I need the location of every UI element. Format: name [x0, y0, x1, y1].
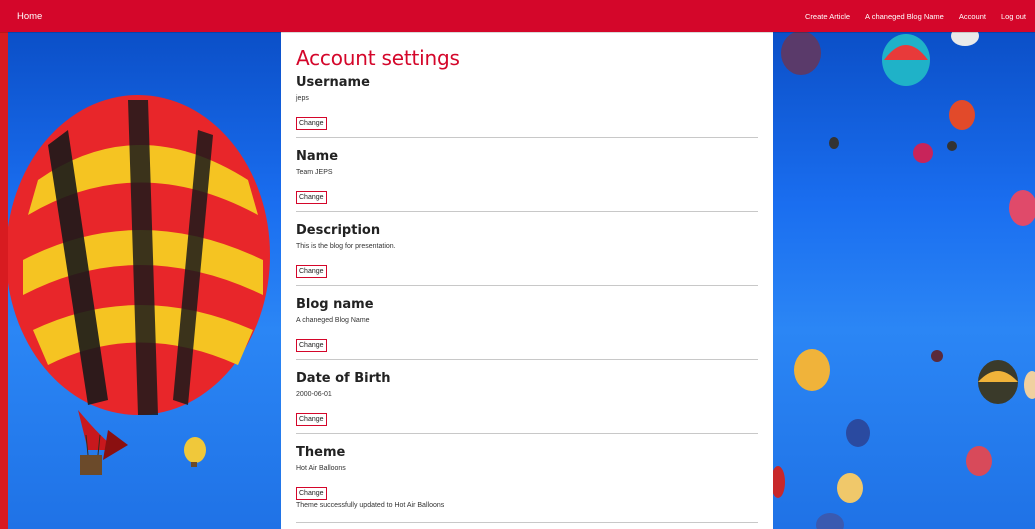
section-title: Blog name: [296, 297, 374, 312]
section-value: Hot Air Balloons: [296, 465, 346, 472]
nav-right-links: Create Article A chaneged Blog Name Acco…: [805, 12, 1026, 21]
change-name-button[interactable]: Change: [296, 191, 327, 204]
section-divider: [296, 211, 758, 212]
section-value: A chaneged Blog Name: [296, 317, 370, 324]
change-theme-button[interactable]: Change: [296, 487, 327, 500]
section-divider: [296, 522, 758, 523]
section-value: jeps: [296, 95, 309, 102]
nav-home-link[interactable]: Home: [17, 11, 42, 22]
top-navigation-bar: Home Create Article A chaneged Blog Name…: [0, 0, 1035, 32]
account-settings-panel: Account settings Username jeps Change Na…: [281, 32, 773, 529]
section-value: This is the blog for presentation.: [296, 243, 396, 250]
section-title: Username: [296, 75, 370, 90]
large-balloon-illustration: [8, 95, 270, 475]
section-divider: [296, 359, 758, 360]
change-username-button[interactable]: Change: [296, 117, 327, 130]
theme-success-message: Theme successfully updated to Hot Air Ba…: [296, 502, 445, 509]
nav-account-link[interactable]: Account: [959, 12, 986, 21]
section-title: Name: [296, 149, 339, 164]
nav-logout-link[interactable]: Log out: [1001, 12, 1026, 21]
section-value: Team JEPS: [296, 169, 333, 176]
change-date-of-birth-button[interactable]: Change: [296, 413, 327, 426]
section-title: Theme: [296, 445, 346, 460]
page-title: Account settings: [296, 46, 460, 70]
section-title: Date of Birth: [296, 371, 391, 386]
change-description-button[interactable]: Change: [296, 265, 327, 278]
section-divider: [296, 137, 758, 138]
nav-blog-name-link[interactable]: A chaneged Blog Name: [865, 12, 944, 21]
section-divider: [296, 433, 758, 434]
nav-create-article-link[interactable]: Create Article: [805, 12, 850, 21]
section-title: Description: [296, 223, 381, 238]
change-blog-name-button[interactable]: Change: [296, 339, 327, 352]
section-divider: [296, 285, 758, 286]
section-value: 2000-06-01: [296, 391, 332, 398]
